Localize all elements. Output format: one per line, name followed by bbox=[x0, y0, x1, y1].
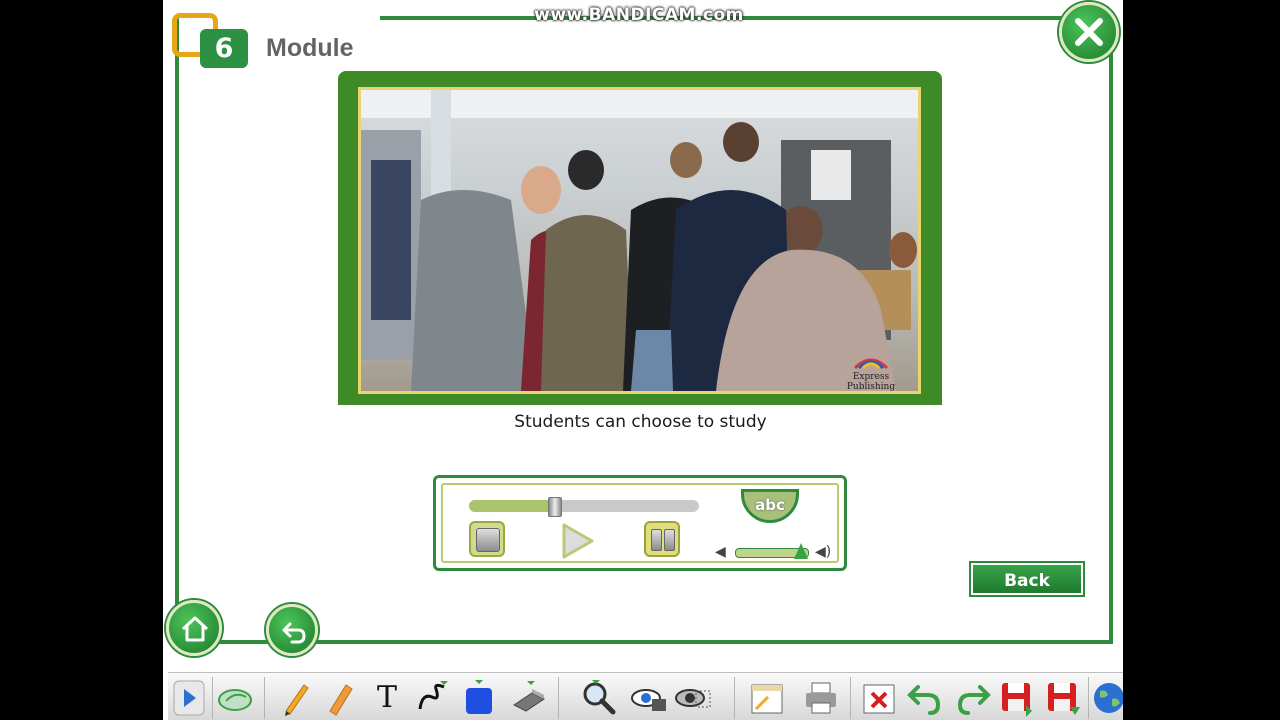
play-icon bbox=[562, 523, 594, 559]
recorder-watermark: www.BANDICAM.com bbox=[534, 5, 744, 25]
mouse-icon bbox=[218, 689, 252, 711]
home-icon bbox=[181, 616, 209, 642]
toolbar-redo-button[interactable] bbox=[954, 679, 992, 717]
expand-arrow-icon bbox=[173, 680, 205, 716]
toolbar-separator bbox=[264, 677, 265, 719]
stop-button[interactable] bbox=[469, 521, 505, 557]
undo-icon bbox=[907, 685, 941, 715]
toolbar-expand-button[interactable] bbox=[172, 679, 210, 717]
volume-slider-handle[interactable] bbox=[793, 543, 808, 559]
video-frame: Express Publishing bbox=[338, 71, 942, 405]
toolbar-eraser-button[interactable] bbox=[510, 679, 548, 717]
toolbar-marker-button[interactable] bbox=[320, 679, 358, 717]
pause-button[interactable] bbox=[644, 521, 680, 557]
pause-icon-bar-left bbox=[651, 529, 662, 551]
toolbar-separator bbox=[1088, 677, 1089, 719]
toolbar-clear-button[interactable] bbox=[860, 679, 898, 717]
seek-bar[interactable] bbox=[469, 497, 699, 517]
globe-icon bbox=[1094, 683, 1123, 713]
save-as-icon bbox=[1048, 683, 1080, 715]
toolbar-print-button[interactable] bbox=[802, 679, 840, 717]
toolbar-text-button[interactable]: T bbox=[368, 679, 406, 717]
publisher-logo-text: Express Publishing bbox=[846, 372, 896, 392]
media-controls-inner: abc ◀ ◀) bbox=[441, 483, 839, 563]
text-icon: T bbox=[376, 680, 397, 715]
whiteboard-icon bbox=[751, 684, 783, 714]
publisher-logo: Express Publishing bbox=[831, 352, 911, 392]
play-button[interactable] bbox=[556, 521, 594, 559]
freehand-line-icon bbox=[418, 681, 448, 710]
toolbar-reveal-button[interactable] bbox=[630, 679, 668, 717]
toolbar-hide-button[interactable] bbox=[674, 679, 712, 717]
module-title: Module bbox=[266, 34, 354, 62]
toolbar-shape-button[interactable] bbox=[460, 679, 498, 717]
home-button[interactable] bbox=[166, 600, 222, 656]
app-stage: 6 Module www.BANDICAM.com Express Publis… bbox=[163, 0, 1123, 720]
toolbar-separator bbox=[734, 677, 735, 719]
redo-icon bbox=[957, 685, 991, 715]
clear-icon bbox=[863, 684, 895, 714]
pencil-icon bbox=[285, 684, 309, 716]
hide-icon bbox=[675, 689, 711, 708]
toolbar-pencil-button[interactable] bbox=[276, 679, 314, 717]
eraser-icon bbox=[513, 681, 545, 712]
toolbar-save-button[interactable] bbox=[998, 679, 1036, 717]
toolbar-separator bbox=[558, 677, 559, 719]
seek-bar-handle[interactable] bbox=[548, 497, 563, 517]
video-frame-image bbox=[361, 90, 918, 391]
subtitles-label: abc bbox=[741, 489, 799, 523]
marker-icon bbox=[329, 684, 353, 716]
toolbar-select-button[interactable] bbox=[216, 679, 254, 717]
save-icon bbox=[1002, 683, 1032, 717]
toolbar-whiteboard-button[interactable] bbox=[748, 679, 786, 717]
toolbar-web-button[interactable] bbox=[1090, 679, 1123, 717]
return-button[interactable] bbox=[266, 604, 318, 656]
volume-high-icon: ◀) bbox=[815, 544, 832, 560]
toolbar-freehand-button[interactable] bbox=[414, 679, 452, 717]
reveal-icon bbox=[631, 689, 666, 711]
toolbar-save-as-button[interactable] bbox=[1044, 679, 1082, 717]
toolbar-zoom-button[interactable] bbox=[580, 679, 618, 717]
close-button[interactable] bbox=[1059, 2, 1119, 62]
return-arrow-icon bbox=[282, 622, 306, 644]
subtitles-toggle[interactable]: abc bbox=[741, 489, 801, 525]
print-icon bbox=[806, 682, 836, 714]
back-button[interactable]: Back bbox=[971, 563, 1083, 595]
stop-icon bbox=[476, 528, 500, 552]
pause-icon-bar-right bbox=[664, 529, 675, 551]
book-logo-icon bbox=[853, 358, 889, 370]
toolbar-separator bbox=[212, 677, 213, 719]
module-number-badge: 6 bbox=[200, 29, 248, 68]
close-icon bbox=[1075, 18, 1103, 46]
toolbar-separator bbox=[850, 677, 851, 719]
seek-bar-fill bbox=[469, 500, 555, 512]
video-caption: Students can choose to study bbox=[514, 412, 767, 432]
toolbar-undo-button[interactable] bbox=[906, 679, 944, 717]
media-controls: abc ◀ ◀) bbox=[433, 475, 847, 571]
volume-slider[interactable] bbox=[735, 543, 809, 559]
video-player-screen[interactable]: Express Publishing bbox=[358, 87, 921, 394]
volume-low-icon: ◀ bbox=[715, 544, 726, 560]
annotation-toolbar: T bbox=[168, 672, 1123, 720]
zoom-icon bbox=[583, 680, 616, 715]
shape-icon bbox=[466, 680, 492, 714]
